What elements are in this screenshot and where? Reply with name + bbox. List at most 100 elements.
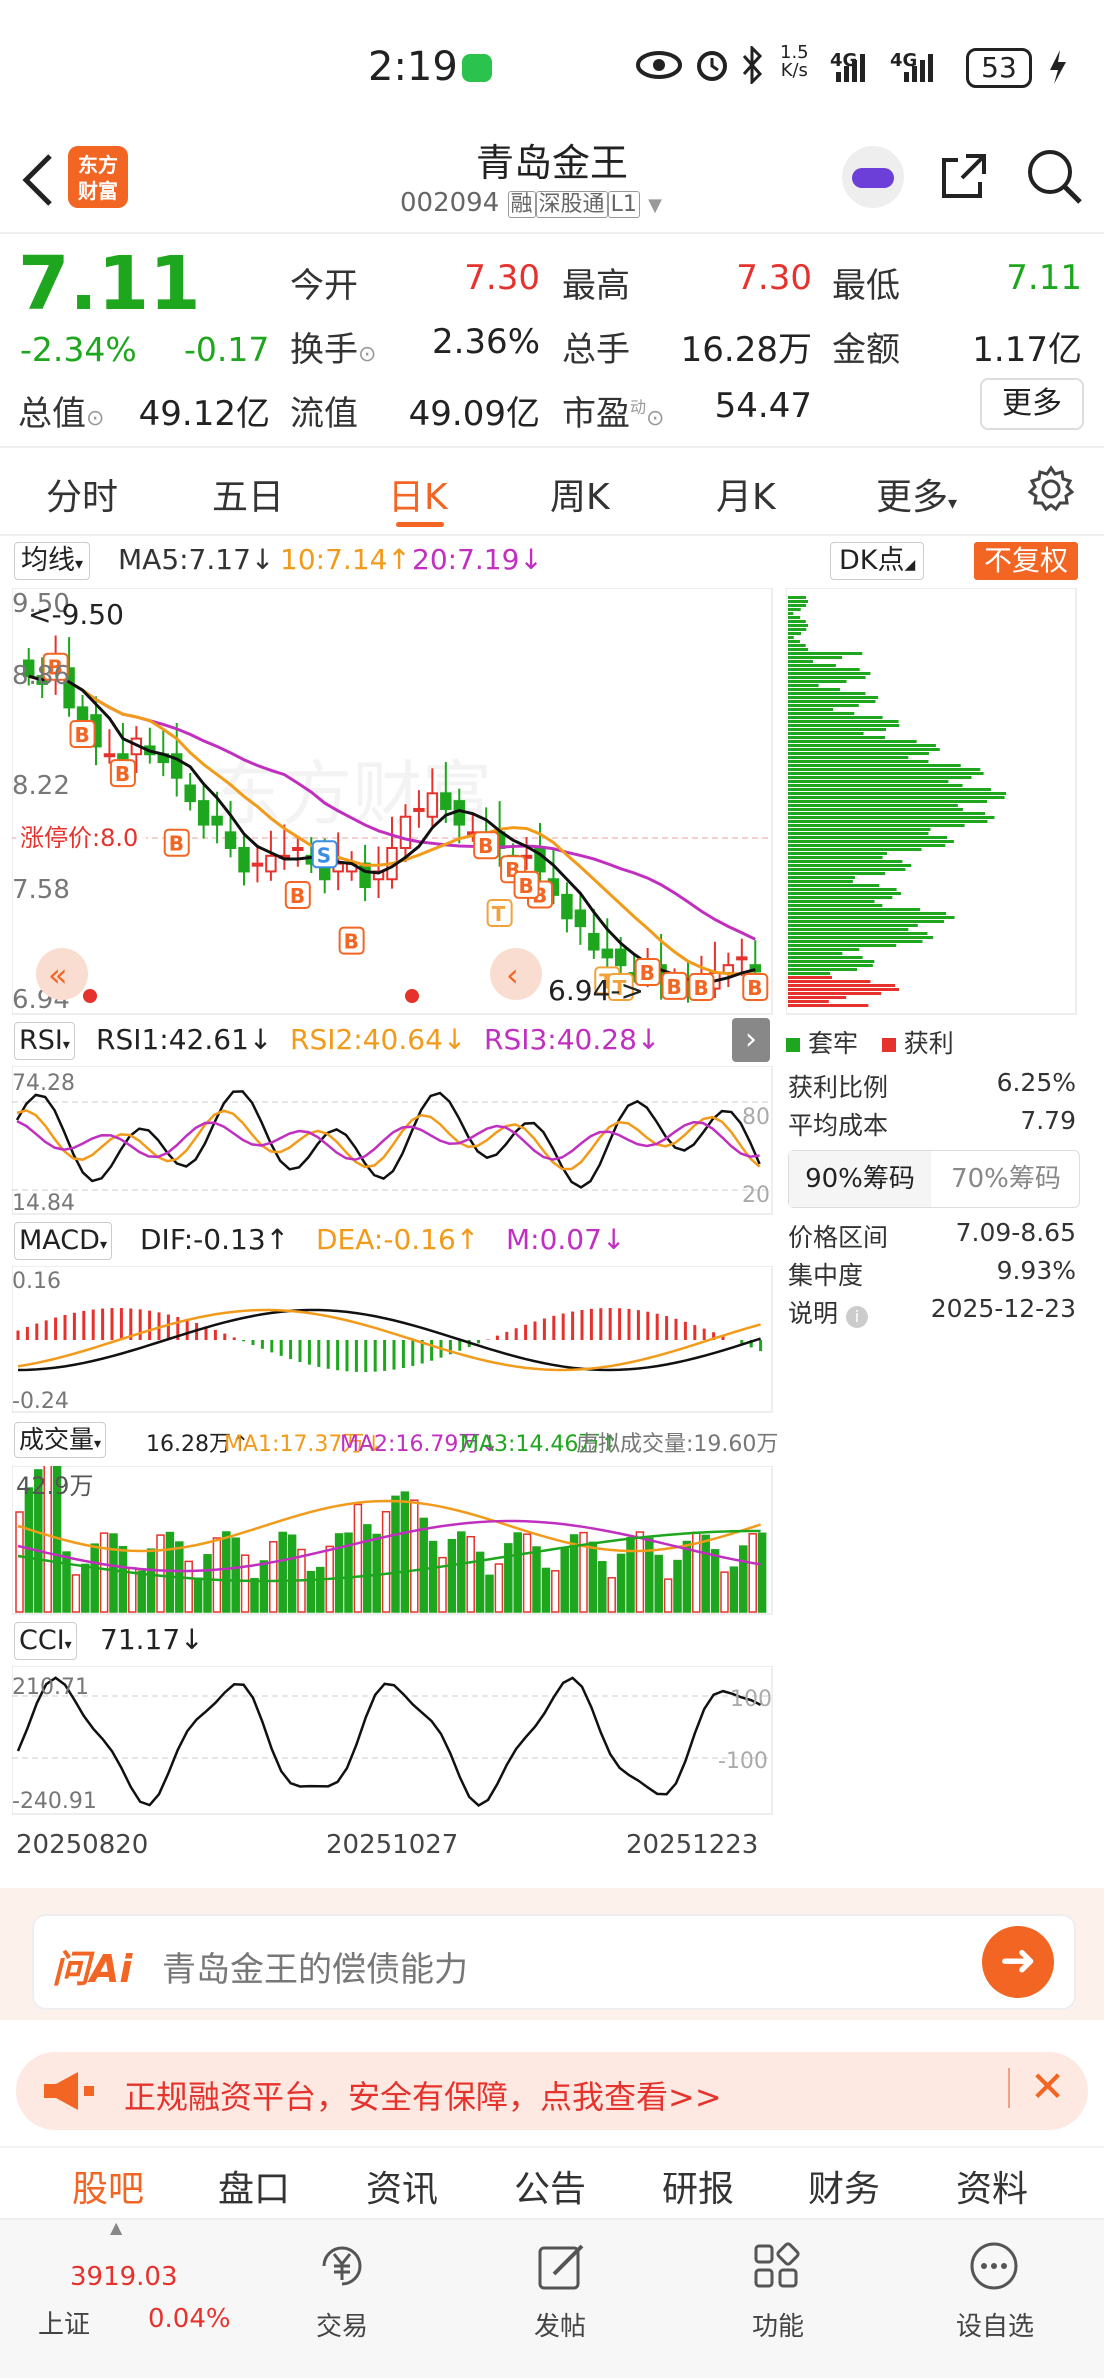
chevron-down-icon[interactable]: ▼: [648, 195, 662, 216]
volume-bar: [419, 1517, 428, 1613]
info-icon[interactable]: i: [845, 1306, 868, 1328]
macd-selector[interactable]: MACD▾: [14, 1222, 112, 1260]
ad-text: 正规融资平台，安全有保障，点我查看>>: [124, 2078, 722, 2116]
chip-bar: [788, 952, 843, 955]
chip-bar: [788, 968, 858, 971]
info-icon[interactable]: ⊙: [358, 342, 376, 367]
tab-intraday[interactable]: 分时: [46, 468, 118, 520]
cci-m100-label: -100: [718, 1749, 768, 1774]
tab-5day[interactable]: 五日: [212, 468, 284, 520]
chip-bar: [788, 616, 801, 619]
event-dot[interactable]: [405, 989, 419, 1003]
ad-banner[interactable]: 正规融资平台，安全有保障，点我查看>> ✕: [16, 2052, 1088, 2130]
event-dot[interactable]: [83, 989, 97, 1003]
chip-bar: [788, 800, 987, 803]
bluetooth-icon: [742, 46, 763, 84]
chip-bar: [788, 596, 806, 599]
cci-selector[interactable]: CCI▾: [14, 1622, 77, 1660]
candle-body: [251, 862, 264, 867]
ai-placeholder: 青岛金王的偿债能力: [162, 1950, 468, 1990]
search-icon[interactable]: [1024, 146, 1084, 206]
compose-icon[interactable]: [534, 2240, 590, 2292]
chip-tab-group: 90%筹码 70%筹码: [788, 1150, 1080, 1208]
tab-monthly-k[interactable]: 月K: [716, 468, 776, 520]
chip-bar: [788, 660, 814, 663]
close-icon[interactable]: ✕: [1030, 2062, 1065, 2111]
battery-icon: 53: [966, 48, 1032, 88]
volume-bar: [663, 1578, 673, 1613]
chip-bar: [788, 948, 860, 951]
current-price: 7.11: [18, 241, 201, 327]
candle-body: [426, 792, 439, 818]
chip-bar: [788, 720, 899, 723]
volume-bar: [626, 1537, 635, 1613]
nav-trade[interactable]: 交易: [316, 2306, 368, 2343]
chip-bar: [788, 784, 963, 787]
more-dots-icon[interactable]: [966, 2240, 1022, 2292]
candle-body: [736, 956, 748, 961]
gear-icon[interactable]: [1026, 464, 1076, 514]
share-icon[interactable]: [936, 148, 992, 204]
chip-bar: [788, 704, 859, 707]
chip-bar: [788, 776, 972, 779]
tab-announcements[interactable]: 公告: [514, 2160, 586, 2212]
wechat-icon: [462, 54, 492, 82]
tab-daily-k[interactable]: 日K: [388, 468, 448, 520]
chip-tab-90[interactable]: 90%筹码: [789, 1151, 931, 1207]
candle-body: [265, 854, 277, 873]
adjust-button[interactable]: 不复权: [974, 542, 1079, 580]
expand-arrow-icon[interactable]: ›: [732, 1018, 770, 1062]
rsi-selector[interactable]: RSI▾: [14, 1022, 75, 1060]
signal-icon: [904, 54, 933, 82]
profit-ratio-value: 6.25%: [996, 1068, 1076, 1097]
chip-bar: [788, 896, 893, 899]
volume-bar: [193, 1577, 203, 1613]
bottom-nav: ▲ 3919.03 上证 0.04% 交易 发帖 功能 设自选: [0, 2218, 1104, 2378]
chip-tab-70[interactable]: 70%筹码: [935, 1151, 1077, 1207]
nav-post[interactable]: 发帖: [534, 2306, 586, 2343]
ai-submit-arrow-icon[interactable]: ➜: [982, 1926, 1054, 1998]
chip-bar: [788, 712, 855, 715]
volume-selector[interactable]: 成交量▾: [14, 1422, 107, 1458]
ma-selector[interactable]: 均线▾: [14, 542, 91, 580]
info-icon[interactable]: ⊙: [86, 406, 104, 431]
float-value: 49.09亿: [408, 394, 540, 434]
cci-bottom-label: -240.91: [12, 1789, 97, 1814]
volume-bar: [682, 1540, 692, 1613]
chip-bar: [788, 708, 834, 711]
chip-bar: [788, 1004, 869, 1007]
index-pct[interactable]: 0.04%: [148, 2304, 231, 2334]
grid-apps-icon[interactable]: [750, 2240, 806, 2292]
trade-yuan-icon[interactable]: [314, 2240, 370, 2292]
mktcap-label: 总值⊙: [18, 394, 105, 434]
info-icon[interactable]: ⊙: [646, 406, 664, 431]
robot-avatar-icon[interactable]: [842, 146, 904, 208]
tab-profile[interactable]: 资料: [956, 2160, 1028, 2212]
tab-guba[interactable]: 股吧: [72, 2160, 144, 2212]
nav-functions[interactable]: 功能: [752, 2306, 804, 2343]
candle-body: [224, 831, 237, 849]
trade-marker-label: B: [747, 976, 762, 1000]
macd-top-label: 0.16: [12, 1269, 61, 1294]
tab-news[interactable]: 资讯: [366, 2160, 438, 2212]
more-button[interactable]: 更多: [980, 378, 1084, 430]
chip-bar: [788, 756, 909, 759]
tab-pankou[interactable]: 盘口: [218, 2160, 290, 2212]
volume-bar: [99, 1532, 109, 1613]
nav-settings[interactable]: 设自选: [956, 2306, 1034, 2343]
tab-research[interactable]: 研报: [662, 2160, 734, 2212]
index-value[interactable]: 3919.03: [70, 2262, 178, 2292]
tab-more[interactable]: 更多▾: [876, 468, 957, 520]
dk-point-selector[interactable]: DK点◢: [830, 542, 925, 580]
candle-body: [184, 784, 196, 803]
volume-bar: [598, 1561, 607, 1613]
candlestick-chart[interactable]: 东方财富 BBBSBBBBBBTBT TBB B B 9.50 <-9.50 8.86…: [12, 588, 774, 1016]
tab-finance[interactable]: 财务: [808, 2160, 880, 2212]
tab-weekly-k[interactable]: 周K: [550, 468, 610, 520]
chip-bar: [788, 984, 896, 987]
eye-icon: [636, 51, 682, 79]
index-name[interactable]: 上证: [38, 2304, 90, 2341]
ai-search-box[interactable]: 问Ai 青岛金王的偿债能力 ➜: [32, 1914, 1076, 2010]
charging-icon: [1050, 50, 1066, 84]
y-label-2: 8.86: [12, 661, 70, 691]
